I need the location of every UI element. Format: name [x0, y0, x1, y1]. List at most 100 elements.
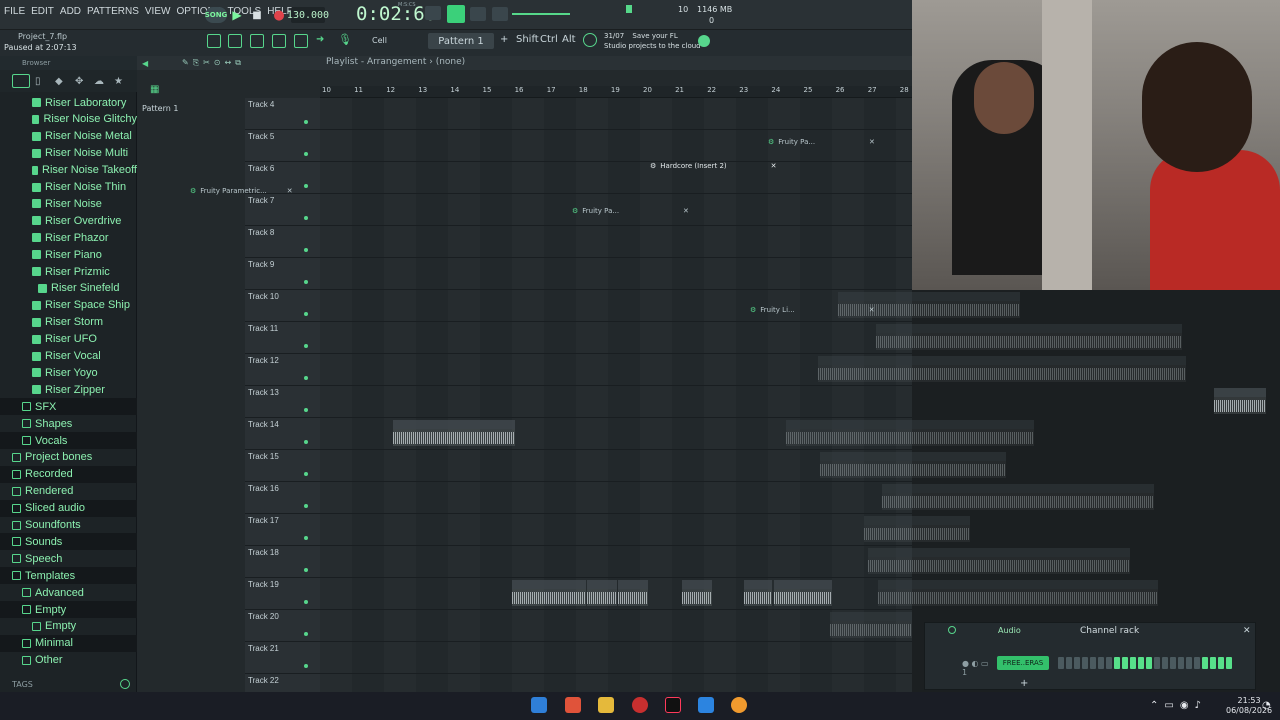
plugin-window-header[interactable]: ⚙ Hardcore (Insert 2) ✕: [650, 159, 777, 173]
track-name[interactable]: Track 8: [248, 228, 274, 237]
browser-item[interactable]: Other: [0, 652, 137, 669]
audio-clip[interactable]: Project_7_2026-08-06 14-09-58_Insert 2: [820, 452, 1006, 478]
stop-icon[interactable]: ■: [248, 6, 266, 24]
close-icon[interactable]: ✕: [771, 162, 777, 170]
notification-icon[interactable]: ◔: [1262, 700, 1271, 711]
browser-item[interactable]: Riser Prizmic: [0, 263, 137, 280]
browser-item[interactable]: Riser Noise Glitchy: [0, 111, 137, 128]
browser-item[interactable]: Riser Laboratory: [0, 94, 137, 111]
browser-files-icon[interactable]: ▯: [35, 76, 41, 87]
track-name[interactable]: Track 19: [248, 580, 279, 589]
audio-clip[interactable]: Project_7_2026-08-06 14-08-12_Insert 2: [786, 420, 1034, 446]
browser-item[interactable]: Riser UFO: [0, 331, 137, 348]
news-icon[interactable]: [583, 33, 597, 47]
track-mute-led[interactable]: [304, 120, 308, 124]
browser-tags-bar[interactable]: TAGS: [0, 676, 137, 692]
browser-item[interactable]: Soundfonts: [0, 517, 137, 534]
pattern-picker-icon[interactable]: ▦: [150, 84, 160, 95]
brave-icon[interactable]: [565, 697, 581, 713]
file-explorer-icon[interactable]: [598, 697, 614, 713]
metronome-icon[interactable]: [470, 7, 486, 21]
wait-input-icon[interactable]: [492, 7, 508, 21]
browser-item[interactable]: Empty: [0, 618, 137, 635]
browser-item[interactable]: Project bones: [0, 449, 137, 466]
track-mute-led[interactable]: [304, 312, 308, 316]
step-button[interactable]: [1106, 657, 1112, 669]
track-name[interactable]: Track 21: [248, 644, 279, 653]
track-name[interactable]: Track 9: [248, 260, 274, 269]
track-mute-led[interactable]: [304, 280, 308, 284]
track-name[interactable]: Track 18: [248, 548, 279, 557]
browser-item[interactable]: Riser Phazor: [0, 229, 137, 246]
channel-filter[interactable]: Audio: [998, 626, 1021, 635]
browser-item[interactable]: Riser Sinefeld: [0, 280, 137, 297]
audio-clip[interactable]: Project_7_2026-08-06 14-11-00_Insert 2: [830, 612, 912, 638]
track-mute-led[interactable]: [304, 632, 308, 636]
step-edit-icon[interactable]: [447, 5, 465, 23]
track-name[interactable]: Track 10: [248, 292, 279, 301]
play-icon[interactable]: ▶: [228, 6, 246, 24]
browser-item[interactable]: Riser Noise Thin: [0, 179, 137, 196]
audio-clip[interactable]: Pro..: [744, 580, 772, 606]
browser-item[interactable]: Riser Noise: [0, 195, 137, 212]
audio-clip[interactable]: Proj..2: [682, 580, 712, 606]
browser-plugins-icon[interactable]: ◆: [55, 76, 63, 87]
add-channel-icon[interactable]: +: [1020, 678, 1028, 689]
step-button[interactable]: [1170, 657, 1176, 669]
step-button[interactable]: [1130, 657, 1136, 669]
track-mute-led[interactable]: [304, 568, 308, 572]
track-mute-led[interactable]: [304, 376, 308, 380]
track-mute-led[interactable]: [304, 472, 308, 476]
track-mute-led[interactable]: [304, 408, 308, 412]
system-tray-icons[interactable]: ⌃▭◉♪: [1150, 700, 1207, 711]
microphone-icon[interactable]: 🎙: [338, 33, 352, 49]
step-button[interactable]: [1098, 657, 1104, 669]
track-mute-led[interactable]: [304, 504, 308, 508]
audio-clip[interactable]: Project_7_2026-...11-48_Insert 2: [864, 516, 970, 542]
track-mute-led[interactable]: [304, 600, 308, 604]
browser-item[interactable]: Sliced audio: [0, 499, 137, 517]
record-icon[interactable]: ●: [270, 6, 288, 24]
browser-item[interactable]: Riser Noise Takeoff: [0, 162, 137, 179]
browser-cloud-icon[interactable]: ☁: [94, 76, 104, 87]
track-mute-led[interactable]: [304, 216, 308, 220]
audio-clip[interactable]: Proj..2: [587, 580, 617, 606]
close-icon[interactable]: ✕: [683, 207, 689, 215]
step-button[interactable]: [1138, 657, 1144, 669]
channel-rack-icon[interactable]: [250, 34, 264, 48]
plugin-window-header[interactable]: ⚙ Fruity Pa... ✕: [768, 135, 875, 149]
plugin-window-header[interactable]: ⚙ Fruity Li... ✕: [750, 303, 875, 317]
step-button[interactable]: [1074, 657, 1080, 669]
browser-item[interactable]: Riser Overdrive: [0, 212, 137, 229]
news-panel[interactable]: 31/07 Save your FL Studio projects to th…: [604, 31, 701, 51]
audio-clip[interactable]: Project_7_2026-08-06 14-07-17_Insert 2: [818, 356, 1186, 382]
snap-selector[interactable]: Cell: [372, 36, 387, 45]
start-icon[interactable]: [531, 697, 547, 713]
track-name[interactable]: Track 13: [248, 388, 279, 397]
plugin-picker-icon[interactable]: [294, 34, 308, 48]
browser-item[interactable]: Riser Yoyo: [0, 364, 137, 381]
ctrl-key-button[interactable]: Ctrl: [540, 34, 558, 45]
browser-item[interactable]: Riser Storm: [0, 314, 137, 331]
step-button[interactable]: [1122, 657, 1128, 669]
channel-rack-menu-icon[interactable]: [948, 626, 956, 634]
track-name[interactable]: Track 4: [248, 100, 274, 109]
step-button[interactable]: [1194, 657, 1200, 669]
step-button[interactable]: [1178, 657, 1184, 669]
browser-item[interactable]: Templates: [0, 567, 137, 585]
audio-clip[interactable]: Project_7_2026-08-06 14-05-37_Insert 2: [882, 484, 1154, 510]
browser-item[interactable]: Empty: [0, 601, 137, 618]
playlist-window-icon[interactable]: [207, 34, 221, 48]
browser-search-icon[interactable]: [120, 679, 130, 689]
master-volume-slider[interactable]: [512, 13, 570, 15]
browser-item[interactable]: Speech: [0, 550, 137, 567]
browser-item[interactable]: SFX: [0, 398, 137, 416]
step-button[interactable]: [1218, 657, 1224, 669]
shift-key-button[interactable]: Shift: [516, 34, 539, 45]
track-mute-led[interactable]: [304, 664, 308, 668]
browser-item[interactable]: Vocals: [0, 432, 137, 449]
close-icon[interactable]: ✕: [869, 138, 875, 146]
track-name[interactable]: Track 11: [248, 324, 278, 333]
track-name[interactable]: Track 22: [248, 676, 279, 685]
close-icon[interactable]: ✕: [869, 306, 875, 314]
